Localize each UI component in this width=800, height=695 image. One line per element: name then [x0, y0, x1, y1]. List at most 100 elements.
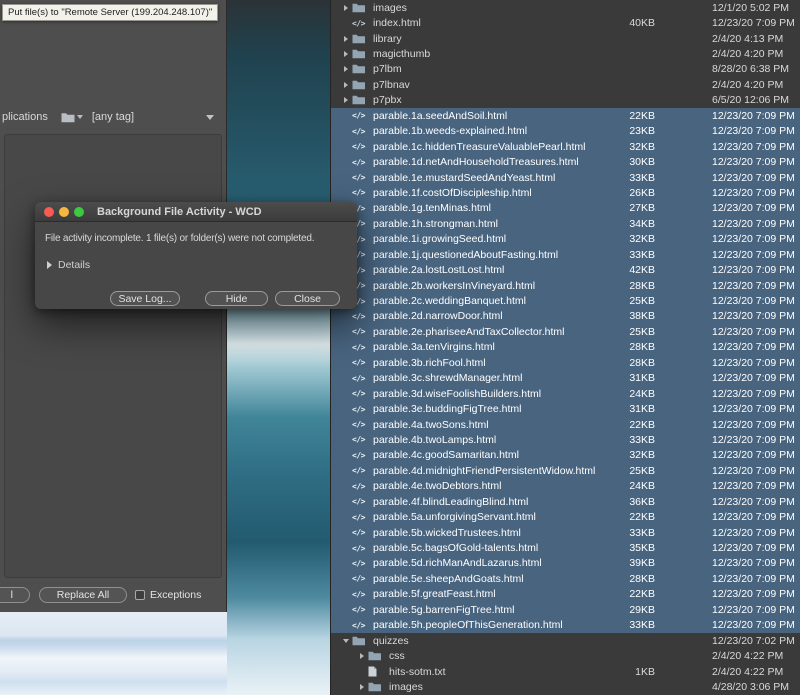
- file-name: images: [373, 1, 407, 14]
- folder-browse-button[interactable]: [61, 112, 83, 123]
- file-row[interactable]: p7pbx 6/5/20 12:06 PM: [331, 93, 800, 108]
- file-date: 2/4/20 4:13 PM: [712, 32, 784, 45]
- html-file-icon: </>: [352, 358, 365, 368]
- file-row[interactable]: </> index.html 40KB 12/23/20 7:09 PM: [331, 15, 800, 30]
- file-row[interactable]: </> parable.5d.richManAndLazarus.html 39KB…: [331, 555, 800, 572]
- file-size: 36KB: [629, 495, 655, 508]
- file-row[interactable]: </> parable.3a.tenVirgins.html 28KB 12/23/2…: [331, 339, 800, 356]
- file-row[interactable]: </> parable.3b.richFool.html 28KB 12/23/20 …: [331, 355, 800, 371]
- file-row[interactable]: </> parable.1e.mustardSeedAndYeast.html 33…: [331, 169, 800, 186]
- disclosure-triangle-icon[interactable]: [339, 97, 352, 103]
- file-row[interactable]: </> parable.2e.phariseeAndTaxCollector.ht…: [331, 324, 800, 340]
- close-window-button[interactable]: [44, 206, 54, 217]
- html-file-icon: </>: [352, 528, 365, 538]
- file-date: 12/23/20 7:09 PM: [712, 588, 795, 601]
- disclosure-triangle-icon[interactable]: [339, 5, 352, 11]
- file-row[interactable]: </> parable.5g.barrenFigTree.html 29KB 12/2…: [331, 602, 800, 618]
- file-row[interactable]: </> parable.4f.blindLeadingBlind.html 36KB…: [331, 494, 800, 510]
- details-disclosure[interactable]: Details: [47, 259, 357, 271]
- file-row[interactable]: </> parable.1b.weeds-explained.html 23KB 12…: [331, 123, 800, 139]
- find-all-button-partial[interactable]: l: [0, 587, 30, 603]
- html-file-icon: </>: [352, 543, 365, 553]
- file-date: 12/23/20 7:09 PM: [712, 202, 795, 215]
- file-row[interactable]: </> parable.2c.weddingBanquet.html 25KB 12/…: [331, 293, 800, 309]
- file-row[interactable]: quizzes 12/23/20 7:02 PM: [331, 633, 800, 648]
- file-row[interactable]: library 2/4/20 4:13 PM: [331, 31, 800, 46]
- file-row[interactable]: </> parable.4b.twoLamps.html 33KB 12/23/20 …: [331, 432, 800, 448]
- file-row[interactable]: p7lbm 8/28/20 6:38 PM: [331, 62, 800, 77]
- save-log-button-label: Save Log...: [118, 292, 172, 305]
- file-row[interactable]: </> parable.1h.strongman.html 34KB 12/23/20…: [331, 216, 800, 232]
- replace-all-button[interactable]: Replace All: [39, 587, 127, 603]
- disclosure-triangle-icon[interactable]: [339, 82, 352, 88]
- zoom-window-button[interactable]: [74, 206, 84, 217]
- file-row[interactable]: </> parable.1d.netAndHouseholdTreasures.h…: [331, 154, 800, 170]
- file-size: 33KB: [629, 619, 655, 632]
- file-row[interactable]: </> parable.2d.narrowDoor.html 38KB 12/23/2…: [331, 308, 800, 325]
- file-row[interactable]: </> parable.1g.tenMinas.html 27KB 12/23/20 …: [331, 200, 800, 217]
- file-row[interactable]: </> parable.5a.unforgivingServant.html 22K…: [331, 509, 800, 525]
- file-row[interactable]: images 4/28/20 3:06 PM: [331, 679, 800, 694]
- exceptions-checkbox[interactable]: [135, 590, 145, 600]
- file-name: parable.4d.midnightFriendPersistentWidow…: [373, 464, 596, 477]
- hide-button-label: Hide: [225, 292, 248, 305]
- file-date: 12/23/20 7:09 PM: [712, 356, 795, 369]
- save-log-button[interactable]: Save Log...: [110, 291, 180, 306]
- file-date: 12/23/20 7:09 PM: [712, 310, 795, 323]
- file-name: parable.1j.questionedAboutFasting.html: [373, 248, 559, 261]
- file-row[interactable]: </> parable.5h.peopleOfThisGeneration.htm…: [331, 617, 800, 633]
- file-row[interactable]: </> parable.5f.greatFeast.html 22KB 12/23/2…: [331, 586, 800, 603]
- file-row[interactable]: p7lbnav 2/4/20 4:20 PM: [331, 77, 800, 92]
- file-row[interactable]: </> parable.5e.sheepAndGoats.html 28KB 12/2…: [331, 571, 800, 587]
- file-row[interactable]: </> parable.3e.buddingFigTree.html 31KB 12/…: [331, 401, 800, 417]
- file-size: 25KB: [629, 325, 655, 338]
- file-row[interactable]: </> parable.5c.bagsOfGold-talents.html 35K…: [331, 540, 800, 556]
- file-row[interactable]: </> parable.4d.midnightFriendPersistentWi…: [331, 463, 800, 479]
- html-file-icon: </>: [352, 311, 365, 321]
- file-date: 12/23/20 7:09 PM: [712, 526, 795, 539]
- file-size: 28KB: [629, 279, 655, 292]
- html-file-icon: </>: [352, 497, 365, 507]
- html-file-icon: </>: [352, 188, 365, 198]
- file-row[interactable]: magicthumb 2/4/20 4:20 PM: [331, 46, 800, 61]
- disclosure-triangle-icon[interactable]: [339, 36, 352, 42]
- minimize-window-button[interactable]: [59, 206, 69, 217]
- file-row[interactable]: </> parable.2a.lostLostLost.html 42KB 12/23…: [331, 262, 800, 278]
- file-name: library: [373, 32, 402, 45]
- file-row[interactable]: </> parable.4a.twoSons.html 22KB 12/23/20 7…: [331, 416, 800, 433]
- file-row[interactable]: hits-sotm.txt 1KB 2/4/20 4:22 PM: [331, 664, 800, 679]
- file-size: 34KB: [629, 217, 655, 230]
- file-size: 24KB: [629, 480, 655, 493]
- disclosure-triangle-icon[interactable]: [339, 51, 352, 57]
- file-date: 12/23/20 7:09 PM: [712, 171, 795, 184]
- disclosure-triangle-icon[interactable]: [339, 66, 352, 72]
- tag-filter-dropdown[interactable]: [any tag]: [92, 111, 218, 123]
- file-row[interactable]: </> parable.1c.hiddenTreasureValuablePear…: [331, 138, 800, 155]
- file-row[interactable]: </> parable.4e.twoDebtors.html 24KB 12/23/2…: [331, 478, 800, 494]
- file-row[interactable]: </> parable.4c.goodSamaritan.html 32KB 12/2…: [331, 447, 800, 464]
- file-row[interactable]: </> parable.3c.shrewdManager.html 31KB 12/2…: [331, 370, 800, 386]
- file-name: p7pbx: [373, 94, 402, 107]
- disclosure-triangle-icon[interactable]: [355, 653, 368, 659]
- close-button[interactable]: Close: [275, 291, 340, 306]
- file-size: 23KB: [629, 125, 655, 138]
- file-row[interactable]: </> parable.2b.workersInVineyard.html 28KB…: [331, 277, 800, 294]
- hide-button[interactable]: Hide: [205, 291, 268, 306]
- file-size: 25KB: [629, 464, 655, 477]
- file-name: parable.5c.bagsOfGold-talents.html: [373, 542, 539, 555]
- file-date: 12/23/20 7:09 PM: [712, 619, 795, 632]
- html-file-icon: </>: [352, 111, 365, 121]
- file-row[interactable]: </> parable.1j.questionedAboutFasting.htm…: [331, 247, 800, 263]
- file-row[interactable]: images 12/1/20 5:02 PM: [331, 0, 800, 15]
- file-row[interactable]: </> parable.3d.wiseFoolishBuilders.html 24…: [331, 385, 800, 402]
- file-name: parable.3a.tenVirgins.html: [373, 341, 495, 354]
- file-row[interactable]: </> parable.5b.wickedTrustees.html 33KB 12/…: [331, 524, 800, 541]
- disclosure-triangle-icon[interactable]: [355, 684, 368, 690]
- file-size: 42KB: [629, 264, 655, 277]
- dialog-titlebar[interactable]: Background File Activity - WCD: [35, 202, 357, 222]
- file-row[interactable]: </> parable.1i.growingSeed.html 32KB 12/23/…: [331, 231, 800, 247]
- file-row[interactable]: </> parable.1a.seedAndSoil.html 22KB 12/23/…: [331, 108, 800, 124]
- file-row[interactable]: </> parable.1f.costOfDiscipleship.html 26K…: [331, 185, 800, 201]
- disclosure-triangle-icon[interactable]: [339, 639, 352, 643]
- file-row[interactable]: css 2/4/20 4:22 PM: [331, 648, 800, 663]
